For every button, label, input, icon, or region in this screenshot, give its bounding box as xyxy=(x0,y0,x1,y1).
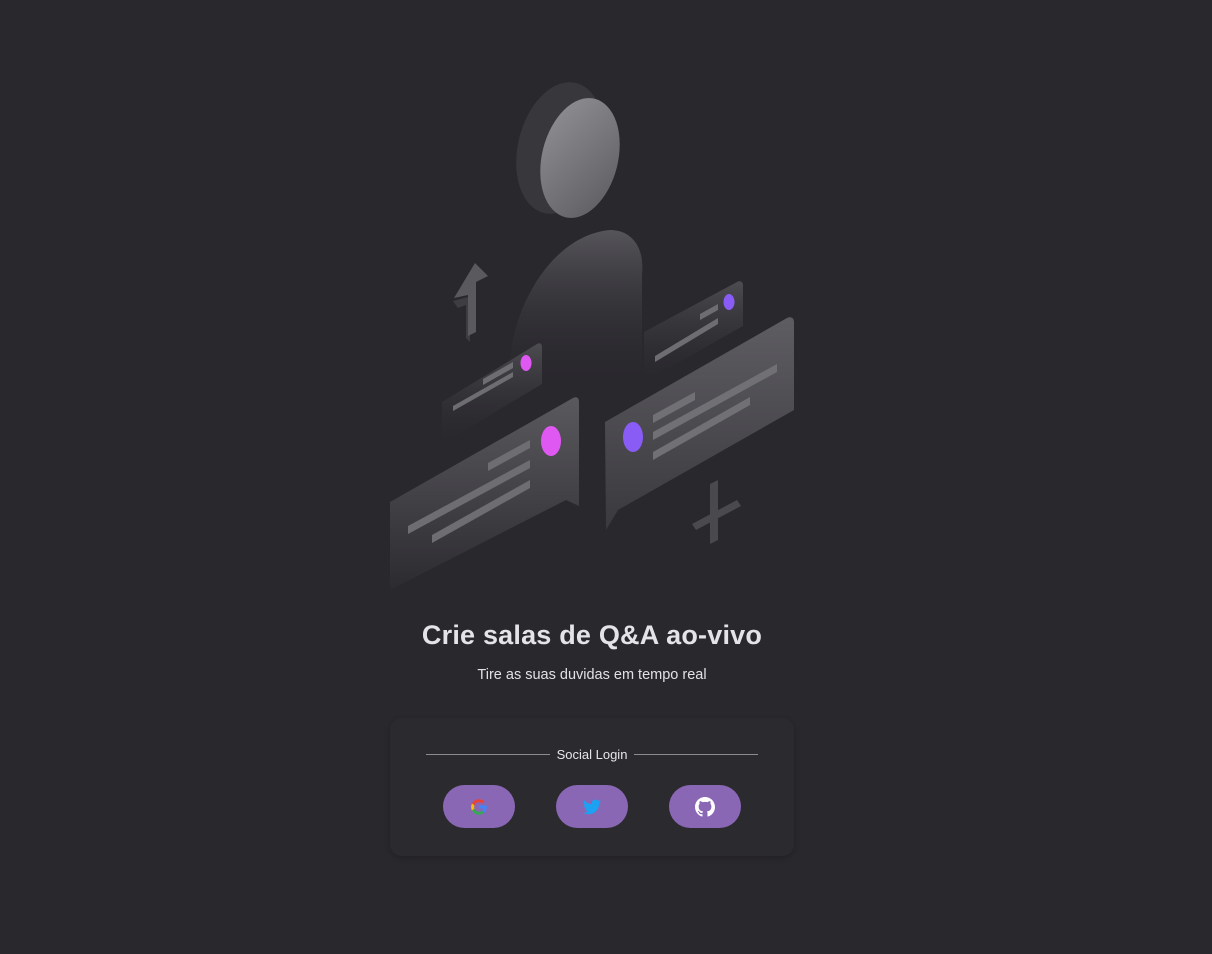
github-login-button[interactable] xyxy=(669,785,741,828)
divider-line-right xyxy=(634,753,759,755)
google-icon xyxy=(471,798,487,815)
divider-line-left xyxy=(426,753,550,755)
github-icon xyxy=(695,796,715,817)
avatar-dot-purple-large xyxy=(623,422,643,452)
question-card-large-left xyxy=(390,397,579,590)
login-page: Crie salas de Q&A ao-vivo Tire as suas d… xyxy=(0,0,1212,954)
social-buttons-row xyxy=(443,785,741,828)
google-login-button[interactable] xyxy=(443,785,515,828)
social-login-card: Social Login xyxy=(390,718,794,856)
avatar-dot-pink-large xyxy=(541,426,561,456)
avatar-dot-pink-small xyxy=(520,355,532,371)
plus-icon xyxy=(692,480,741,544)
social-login-label: Social Login xyxy=(556,746,628,762)
twitter-login-button[interactable] xyxy=(556,785,628,828)
twitter-icon xyxy=(583,799,601,814)
avatar-dot-purple-small xyxy=(723,294,735,310)
upvote-arrow-icon xyxy=(453,263,488,342)
page-subtitle: Tire as suas duvidas em tempo real xyxy=(477,667,707,683)
social-login-divider: Social Login xyxy=(426,745,759,763)
qa-illustration xyxy=(390,82,794,590)
page-title: Crie salas de Q&A ao-vivo xyxy=(421,620,763,650)
person-head xyxy=(516,82,620,218)
